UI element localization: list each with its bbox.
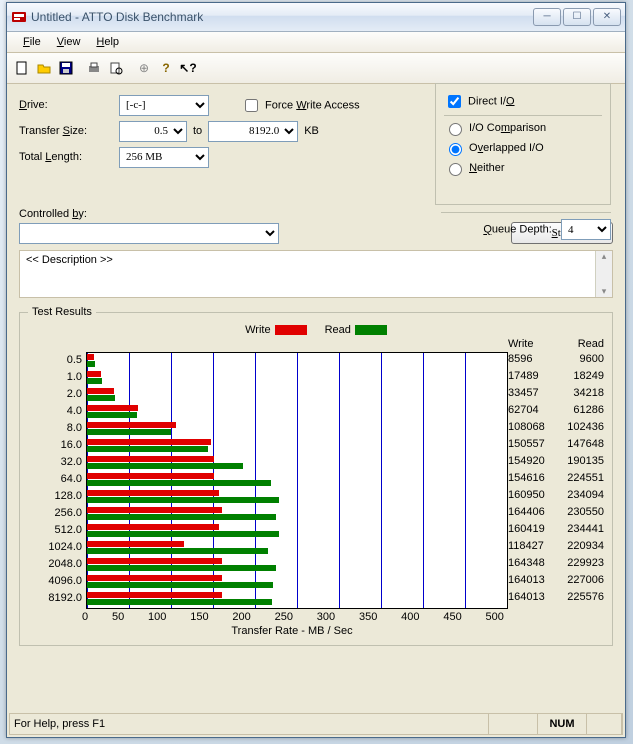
help-icon[interactable]: ? <box>155 57 177 79</box>
new-icon[interactable] <box>11 57 33 79</box>
result-numbers: WriteRead8596960017489182493345734218627… <box>508 338 604 609</box>
transfer-from-select[interactable]: 0.5 <box>119 121 187 142</box>
queue-depth-row: Queue Depth: 4 <box>441 208 611 240</box>
menu-help[interactable]: Help <box>88 34 127 50</box>
transfer-size-label: Transfer Size: <box>19 125 119 137</box>
col-write: Write <box>508 338 533 350</box>
maximize-button[interactable]: ☐ <box>563 8 591 26</box>
drive-select[interactable]: [-c-] <box>119 95 209 116</box>
legend-read-swatch <box>355 325 387 335</box>
neither-radio[interactable]: Neither <box>444 160 602 176</box>
test-results-title: Test Results <box>28 306 96 318</box>
controlled-by-select[interactable] <box>19 223 279 244</box>
x-axis-ticks: 050100150200250300350400450500 <box>82 611 504 623</box>
drive-label: Drive: <box>19 99 119 111</box>
description-scrollbar[interactable]: ▴▾ <box>595 251 612 297</box>
y-axis-labels: 0.51.02.04.08.016.032.064.0128.0256.0512… <box>28 338 86 609</box>
content-area: Drive: [-c-] Force Write Access Transfer… <box>7 84 625 650</box>
whats-this-icon[interactable]: ↖? <box>177 57 199 79</box>
menu-bar: File View Help <box>7 32 625 53</box>
legend-read-label: Read <box>325 324 351 336</box>
io-options-group: Direct I/O I/O Comparison Overlapped I/O… <box>435 83 611 205</box>
window-title: Untitled - ATTO Disk Benchmark <box>31 10 533 24</box>
toolbar: ⊕ ? ↖? <box>7 53 625 84</box>
legend-write-label: Write <box>245 324 270 336</box>
test-results-group: Test Results Write Read 0.51.02.04.08.01… <box>19 306 613 646</box>
minimize-button[interactable]: ─ <box>533 8 561 26</box>
x-axis-label: Transfer Rate - MB / Sec <box>82 625 502 637</box>
print-preview-icon[interactable] <box>105 57 127 79</box>
col-read: Read <box>578 338 604 350</box>
to-label: to <box>187 125 208 137</box>
status-message: For Help, press F1 <box>10 714 489 734</box>
print-icon[interactable] <box>83 57 105 79</box>
status-bar: For Help, press F1 NUM <box>9 713 623 735</box>
menu-file[interactable]: File <box>15 34 49 50</box>
io-comparison-radio[interactable]: I/O Comparison <box>444 120 602 136</box>
description-box: << Description >> ▴▾ <box>19 250 613 298</box>
status-cell-1 <box>489 714 538 734</box>
save-icon[interactable] <box>55 57 77 79</box>
legend-write-swatch <box>275 325 307 335</box>
total-length-select[interactable]: 256 MB <box>119 147 209 168</box>
direct-io-checkbox[interactable]: Direct I/O <box>444 92 602 111</box>
total-length-label: Total Length: <box>19 151 119 163</box>
chart-legend: Write Read <box>28 324 604 336</box>
menu-view[interactable]: View <box>49 34 89 50</box>
queue-depth-select[interactable]: 4 <box>561 219 611 240</box>
open-icon[interactable] <box>33 57 55 79</box>
status-num: NUM <box>538 714 587 734</box>
description-text[interactable]: << Description >> <box>20 251 595 297</box>
app-icon <box>11 9 27 25</box>
target-icon[interactable]: ⊕ <box>133 57 155 79</box>
close-button[interactable]: ✕ <box>593 8 621 26</box>
kb-label: KB <box>298 125 319 137</box>
queue-depth-label: Queue Depth: <box>483 224 552 236</box>
status-cell-end <box>587 714 622 734</box>
force-write-checkbox[interactable]: Force Write Access <box>241 96 360 115</box>
overlapped-io-radio[interactable]: Overlapped I/O <box>444 140 602 156</box>
chart-plot-area <box>86 352 508 609</box>
transfer-to-select[interactable]: 8192.0 <box>208 121 298 142</box>
title-bar: Untitled - ATTO Disk Benchmark ─ ☐ ✕ <box>7 3 625 32</box>
